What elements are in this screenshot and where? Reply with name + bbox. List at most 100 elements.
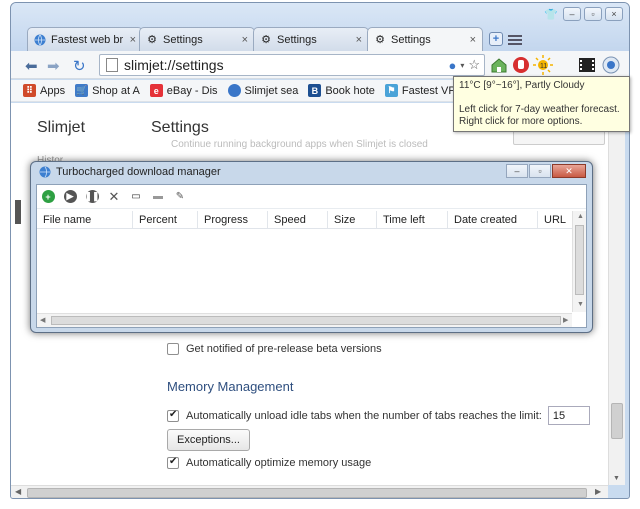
tab-settings-1[interactable]: ⚙ Settings × — [139, 27, 255, 51]
beta-setting-row: Get notified of pre-release beta version… — [167, 343, 382, 355]
apps-grid-icon: ⠿ — [23, 84, 36, 97]
skin-shirt-icon[interactable]: 👕 — [542, 7, 560, 21]
scroll-thumb[interactable] — [51, 316, 561, 325]
download-list-panel: + ▶ ❚❚ ✕ ▭ ▬ ✎ File name Percent Progres… — [36, 184, 587, 328]
column-header-url[interactable]: URL — [538, 211, 572, 228]
scroll-right-arrow-icon[interactable]: ▶ — [595, 487, 601, 496]
star-icon[interactable]: ☆ — [468, 57, 480, 73]
scroll-left-arrow-icon[interactable]: ◀ — [40, 316, 45, 324]
column-header-date-created[interactable]: Date created — [448, 211, 538, 228]
scroll-left-arrow-icon[interactable]: ◀ — [15, 487, 21, 496]
bookmark-apps[interactable]: ⠿ Apps — [23, 84, 65, 97]
optimize-memory-checkbox[interactable] — [167, 456, 179, 469]
search-engine-icon[interactable]: ● — [448, 58, 456, 73]
download-list-vertical-scrollbar[interactable]: ▲ ▼ — [572, 211, 586, 312]
minimize-button[interactable]: – — [563, 7, 581, 21]
address-url: slimjet://settings — [124, 57, 224, 73]
scroll-down-arrow-icon[interactable]: ▼ — [577, 301, 584, 308]
bookmark-booking[interactable]: B Book hote — [308, 84, 375, 97]
scroll-right-arrow-icon[interactable]: ▶ — [563, 316, 568, 324]
gear-icon: ⚙ — [375, 34, 385, 46]
dialog-minimize-button[interactable]: – — [506, 164, 528, 178]
scroll-thumb[interactable] — [27, 488, 587, 498]
tab-settings-2[interactable]: ⚙ Settings × — [253, 27, 369, 51]
column-header-progress[interactable]: Progress — [198, 211, 268, 228]
open-folder-icon[interactable]: ▬ — [151, 190, 165, 204]
optimize-label: Automatically optimize memory usage — [186, 457, 372, 469]
properties-notepad-icon[interactable]: ✎ — [173, 190, 187, 204]
unload-label: Automatically unload idle tabs when the … — [186, 409, 542, 422]
ebay-icon: e — [149, 84, 163, 97]
beta-label: Get notified of pre-release beta version… — [186, 343, 382, 355]
tooltip-weather-line: 11°C [9°~16°], Partly Cloudy — [459, 80, 585, 91]
beta-checkbox[interactable] — [167, 343, 179, 355]
tab-list-menu-icon[interactable] — [508, 33, 522, 47]
close-tab-icon[interactable]: × — [356, 34, 362, 46]
forward-arrow-icon[interactable]: ➡ — [47, 57, 60, 75]
scroll-down-arrow-icon[interactable]: ▼ — [613, 475, 620, 482]
delete-download-icon[interactable]: ✕ — [107, 189, 121, 204]
page-vertical-scrollbar[interactable]: ▲ ▼ — [608, 103, 625, 485]
slimjet-menu-icon[interactable] — [601, 55, 621, 75]
dialog-close-button[interactable]: ✕ — [552, 164, 586, 178]
bookmark-slimjet-search[interactable]: Slimjet sea — [227, 84, 298, 97]
address-bar[interactable]: slimjet://settings ● ▾ ☆ — [99, 54, 485, 76]
video-film-icon[interactable] — [577, 55, 597, 75]
page-title: Settings — [151, 119, 209, 136]
back-arrow-icon[interactable]: ⬅ — [25, 57, 38, 75]
dialog-title-bar: Turbocharged download manager — [39, 166, 221, 178]
unload-tabs-checkbox[interactable] — [167, 409, 179, 422]
bookmark-label: eBay - Dis — [166, 84, 218, 97]
bookmark-label: Fastest VP — [401, 84, 456, 97]
exceptions-button[interactable]: Exceptions... — [167, 429, 250, 451]
column-header-time-left[interactable]: Time left — [377, 211, 448, 228]
close-tab-icon[interactable]: × — [470, 34, 476, 46]
weather-sun-icon[interactable]: 11 — [533, 55, 553, 75]
globe-icon — [39, 166, 51, 178]
dialog-window-controls: – ▫ ✕ — [506, 164, 586, 178]
adblock-stop-icon[interactable] — [511, 55, 531, 75]
globe-icon — [34, 34, 46, 46]
download-list-horizontal-scrollbar[interactable]: ◀ ▶ — [37, 313, 572, 327]
scroll-thumb[interactable] — [575, 225, 584, 295]
window-controls: 👕 – ▫ × — [542, 7, 623, 21]
gear-icon: ⚙ — [261, 34, 271, 46]
cart-icon: 🛒 — [75, 84, 89, 97]
tooltip-left-click-line: Left click for 7-day weather forecast. — [459, 104, 620, 115]
scroll-thumb[interactable] — [611, 403, 623, 439]
open-file-icon[interactable]: ▭ — [129, 190, 143, 204]
column-header-file-name[interactable]: File name — [37, 211, 133, 228]
dropdown-icon[interactable]: ▾ — [460, 61, 464, 70]
tab-settings-active[interactable]: ⚙ Settings × — [367, 27, 483, 51]
add-download-icon[interactable]: + — [41, 190, 55, 204]
tab-label: Settings — [391, 33, 431, 46]
dialog-maximize-button[interactable]: ▫ — [529, 164, 551, 178]
close-tab-icon[interactable]: × — [242, 34, 248, 46]
pause-download-icon[interactable]: ❚❚ — [84, 190, 100, 204]
bookmark-shop[interactable]: 🛒 Shop at A — [75, 84, 140, 97]
column-header-speed[interactable]: Speed — [268, 211, 328, 228]
unload-setting-row: Automatically unload idle tabs when the … — [167, 406, 590, 425]
download-toolbar: + ▶ ❚❚ ✕ ▭ ▬ ✎ — [37, 185, 586, 209]
reload-icon[interactable]: ↻ — [73, 57, 86, 75]
home-icon[interactable] — [489, 55, 509, 75]
tab-fastest-web-browser[interactable]: Fastest web br × — [27, 27, 143, 51]
start-download-icon[interactable]: ▶ — [63, 190, 77, 204]
close-tab-icon[interactable]: × — [130, 34, 136, 46]
tab-label: Fastest web br — [51, 33, 124, 46]
faded-setting-text: Continue running background apps when Sl… — [171, 139, 428, 150]
column-header-percent[interactable]: Percent — [133, 211, 198, 228]
close-window-button[interactable]: × — [605, 7, 623, 21]
side-marker — [15, 200, 21, 224]
page-horizontal-scrollbar[interactable]: ◀ ▶ — [11, 485, 608, 498]
tab-limit-input[interactable] — [547, 406, 590, 425]
maximize-button[interactable]: ▫ — [584, 7, 602, 21]
globe-icon — [227, 84, 241, 97]
bookmark-vpn[interactable]: ⚑ Fastest VP — [384, 84, 456, 97]
column-header-size[interactable]: Size — [328, 211, 377, 228]
new-tab-button[interactable]: + — [489, 32, 503, 46]
bookmark-ebay[interactable]: e eBay - Dis — [149, 84, 218, 97]
dialog-title: Turbocharged download manager — [56, 166, 221, 178]
download-table-header: File name Percent Progress Speed Size Ti… — [37, 211, 572, 229]
scroll-up-arrow-icon[interactable]: ▲ — [577, 213, 584, 220]
